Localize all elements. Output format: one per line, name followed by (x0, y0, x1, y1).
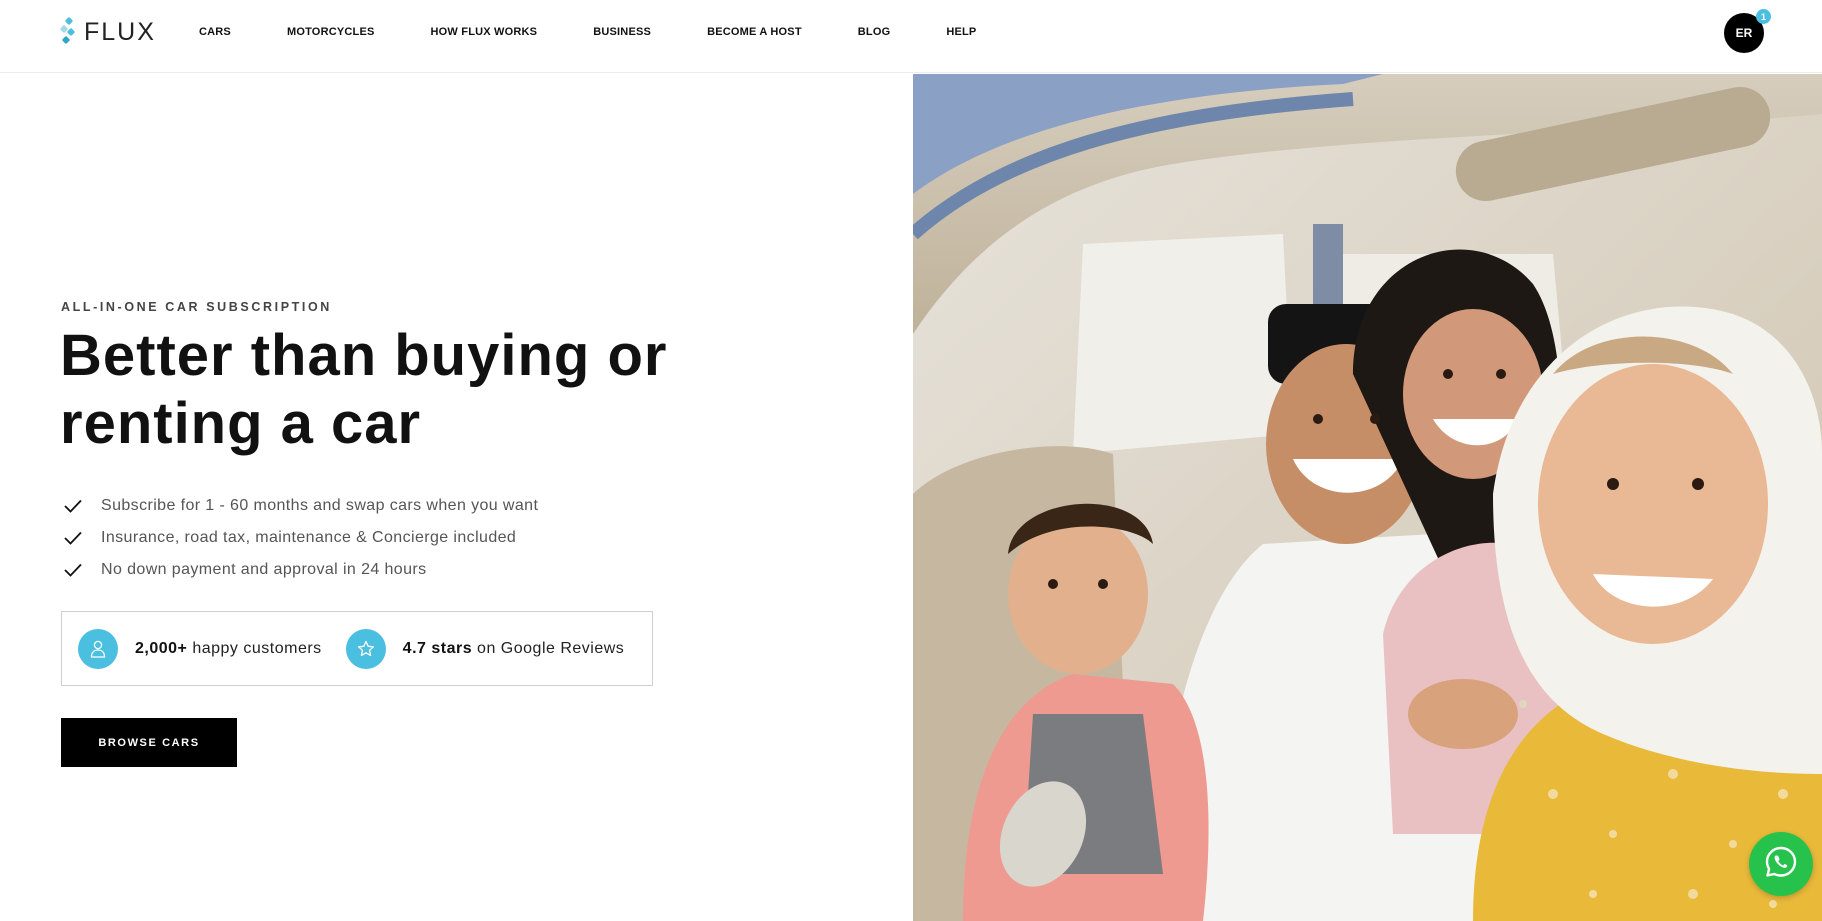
nav-item-motorcycles[interactable]: MOTORCYCLES (287, 26, 375, 38)
hero-family-photo (913, 74, 1822, 921)
feature-list: Subscribe for 1 - 60 months and swap car… (63, 490, 538, 586)
customers-value: 2,000+ (135, 639, 188, 657)
nav-item-help[interactable]: HELP (946, 26, 976, 38)
flux-logo-icon (60, 17, 80, 47)
customers-stat: 2,000+ happy customers (78, 628, 322, 669)
feature-text: Subscribe for 1 - 60 months and swap car… (101, 497, 539, 514)
rating-stat: 4.7 stars on Google Reviews (345, 628, 625, 669)
feature-text: No down payment and approval in 24 hours (101, 561, 427, 578)
nav-item-how-flux-works[interactable]: HOW FLUX WORKS (431, 26, 538, 38)
flux-logo[interactable]: FLUX (60, 16, 156, 48)
check-icon (63, 528, 83, 548)
user-icon (78, 628, 118, 669)
customers-label: happy customers (187, 639, 322, 657)
site-header: FLUX CARS MOTORCYCLES HOW FLUX WORKS BUS… (0, 0, 1822, 73)
nav-item-blog[interactable]: BLOG (858, 26, 891, 38)
feature-text: Insurance, road tax, maintenance & Conci… (101, 529, 517, 546)
nav-item-business[interactable]: BUSINESS (593, 26, 651, 38)
feature-item: No down payment and approval in 24 hours (63, 554, 538, 586)
star-icon (345, 628, 386, 669)
main-nav: CARS MOTORCYCLES HOW FLUX WORKS BUSINESS… (199, 0, 1032, 64)
whatsapp-icon (1764, 845, 1798, 884)
check-icon (63, 560, 83, 580)
nav-item-become-a-host[interactable]: BECOME A HOST (707, 26, 802, 38)
headline-line-2: renting a car (60, 391, 422, 456)
rating-stat-text: 4.7 stars on Google Reviews (403, 640, 625, 658)
trust-stats-box: 2,000+ happy customers 4.7 stars on Goog… (61, 611, 653, 686)
check-icon (63, 496, 83, 516)
browse-cars-button[interactable]: BROWSE CARS (61, 718, 237, 767)
whatsapp-chat-button[interactable] (1749, 832, 1813, 896)
nav-item-cars[interactable]: CARS (199, 26, 231, 38)
headline-line-1: Better than buying or (60, 323, 668, 388)
hero-headline: Better than buying or renting a car (60, 322, 820, 458)
rating-label: on Google Reviews (472, 639, 625, 657)
notification-badge: 1 (1756, 9, 1771, 24)
logo-wordmark: FLUX (84, 17, 156, 46)
page: FLUX CARS MOTORCYCLES HOW FLUX WORKS BUS… (0, 0, 1822, 921)
rating-value: 4.7 stars (402, 639, 473, 657)
customers-stat-text: 2,000+ happy customers (135, 640, 322, 658)
feature-item: Subscribe for 1 - 60 months and swap car… (63, 490, 538, 522)
feature-item: Insurance, road tax, maintenance & Conci… (63, 522, 538, 554)
hero-eyebrow: ALL-IN-ONE CAR SUBSCRIPTION (61, 300, 332, 314)
